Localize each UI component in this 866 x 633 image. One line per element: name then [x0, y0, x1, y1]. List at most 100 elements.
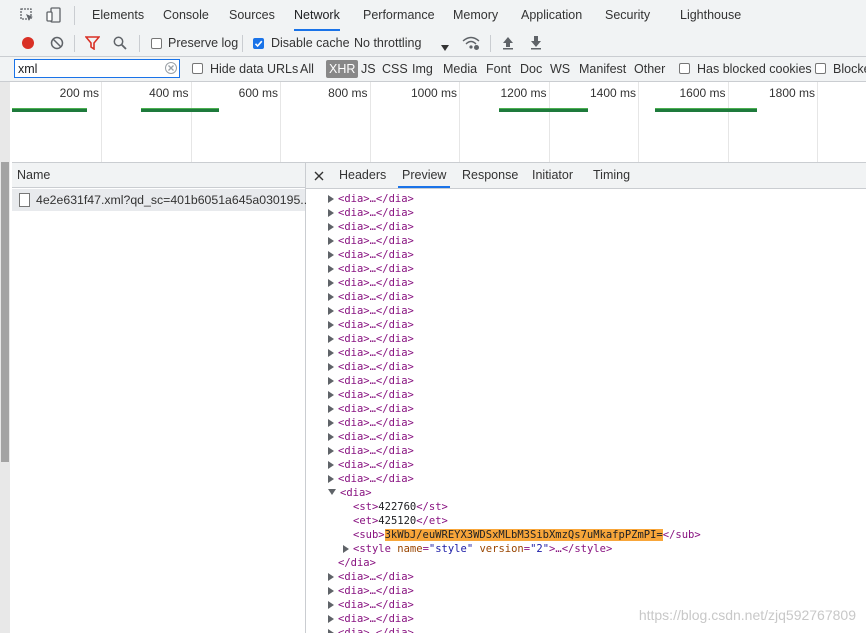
expand-triangle-icon[interactable]	[328, 335, 334, 343]
xml-node-collapsed[interactable]: <dia>…</dia>	[328, 374, 414, 388]
expand-triangle-icon[interactable]	[328, 447, 334, 455]
type-filter-js[interactable]: JS	[361, 57, 376, 81]
xml-node-collapsed[interactable]: <dia>…</dia>	[328, 234, 414, 248]
xml-node-collapsed[interactable]: <dia>…</dia>	[328, 416, 414, 430]
name-column-header[interactable]: Name	[12, 163, 305, 188]
xml-node-collapsed[interactable]: <dia>…</dia>	[328, 598, 414, 612]
expand-triangle-icon[interactable]	[328, 307, 334, 315]
expand-triangle-icon[interactable]	[328, 629, 334, 633]
expand-triangle-icon[interactable]	[328, 405, 334, 413]
expand-triangle-icon[interactable]	[328, 209, 334, 217]
type-filter-ws[interactable]: WS	[550, 57, 570, 81]
xml-node-collapsed[interactable]: <dia>…</dia>	[328, 290, 414, 304]
scrollbar-thumb[interactable]	[1, 162, 9, 462]
expand-triangle-icon[interactable]	[328, 363, 334, 371]
has-blocked-cookies-checkbox[interactable]	[679, 63, 690, 74]
xml-node-collapsed[interactable]: <dia>…</dia>	[328, 262, 414, 276]
expand-triangle-icon[interactable]	[328, 251, 334, 259]
xml-node-collapsed[interactable]: <dia>…</dia>	[328, 332, 414, 346]
xml-node-collapsed[interactable]: <dia>…</dia>	[328, 402, 414, 416]
xml-node-collapsed[interactable]: <dia>…</dia>	[328, 276, 414, 290]
detail-tab-timing[interactable]: Timing	[593, 163, 630, 188]
filter-icon[interactable]	[84, 36, 101, 51]
import-har-icon[interactable]	[502, 36, 514, 50]
expand-triangle-icon[interactable]	[328, 237, 334, 245]
expand-triangle-icon[interactable]	[328, 573, 334, 581]
record-icon[interactable]	[21, 36, 35, 50]
expand-triangle-icon[interactable]	[328, 377, 334, 385]
xml-node-collapsed[interactable]: <dia>…</dia>	[328, 584, 414, 598]
type-filter-img[interactable]: Img	[412, 57, 433, 81]
xml-node-collapsed[interactable]: <dia>…</dia>	[328, 570, 414, 584]
xml-node-collapsed[interactable]: <dia>…</dia>	[328, 220, 414, 234]
detail-tab-initiator[interactable]: Initiator	[532, 163, 573, 188]
detail-tab-response[interactable]: Response	[462, 163, 518, 188]
close-icon[interactable]	[314, 170, 324, 181]
expand-triangle-icon[interactable]	[328, 293, 334, 301]
expand-triangle-icon[interactable]	[328, 279, 334, 287]
type-filter-other[interactable]: Other	[634, 57, 665, 81]
hide-data-urls-checkbox[interactable]	[192, 63, 203, 74]
xml-node-collapsed[interactable]: <dia>…</dia>	[328, 206, 414, 220]
type-filter-font[interactable]: Font	[486, 57, 511, 81]
type-filter-manifest[interactable]: Manifest	[579, 57, 626, 81]
tab-application[interactable]: Application	[521, 0, 582, 31]
xml-node-collapsed[interactable]: <dia>…</dia>	[328, 248, 414, 262]
clear-filter-icon[interactable]	[165, 62, 177, 74]
tab-sources[interactable]: Sources	[229, 0, 275, 31]
expand-triangle-icon[interactable]	[328, 601, 334, 609]
xml-node-collapsed[interactable]: <dia>…</dia>	[328, 444, 414, 458]
disable-cache-checkbox[interactable]	[253, 38, 264, 49]
tab-console[interactable]: Console	[163, 0, 209, 31]
tab-performance[interactable]: Performance	[363, 0, 435, 31]
throttling-select[interactable]: No throttling	[354, 31, 421, 56]
expand-triangle-icon[interactable]	[328, 391, 334, 399]
search-icon[interactable]	[113, 36, 127, 50]
xml-node-collapsed[interactable]: <dia>…</dia>	[328, 626, 414, 633]
expand-triangle-icon[interactable]	[328, 433, 334, 441]
network-conditions-icon[interactable]	[462, 35, 480, 51]
tab-memory[interactable]: Memory	[453, 0, 498, 31]
xml-node-collapsed[interactable]: <dia>…</dia>	[328, 388, 414, 402]
export-har-icon[interactable]	[530, 36, 542, 50]
filter-input[interactable]	[14, 59, 180, 78]
expand-triangle-icon[interactable]	[328, 321, 334, 329]
expand-triangle-icon[interactable]	[328, 223, 334, 231]
detail-tab-preview[interactable]: Preview	[398, 163, 451, 188]
xml-node-expanded[interactable]: <dia>	[328, 486, 372, 500]
collapse-triangle-icon[interactable]	[328, 489, 336, 495]
expand-triangle-icon[interactable]	[343, 545, 349, 553]
type-filter-doc[interactable]: Doc	[520, 57, 542, 81]
tab-security[interactable]: Security	[605, 0, 650, 31]
type-filter-all[interactable]: All	[300, 57, 314, 81]
xml-preview[interactable]: <dia>…</dia> <dia>…</dia> <dia>…</dia> <dia…	[306, 190, 866, 633]
xml-node-collapsed[interactable]: <dia>…</dia>	[328, 304, 414, 318]
expand-triangle-icon[interactable]	[328, 419, 334, 427]
tab-network[interactable]: Network	[294, 0, 340, 31]
xml-node-collapsed[interactable]: <dia>…</dia>	[328, 192, 414, 206]
inspect-element-icon[interactable]	[20, 8, 34, 22]
detail-tab-headers[interactable]: Headers	[339, 163, 386, 188]
xml-node-collapsed[interactable]: <dia>…</dia>	[328, 430, 414, 444]
chevron-down-icon[interactable]	[441, 40, 449, 51]
expand-triangle-icon[interactable]	[328, 195, 334, 203]
table-row[interactable]: 4e2e631f47.xml?qd_sc=401b6051a645a030195…	[12, 189, 311, 211]
xml-node-collapsed[interactable]: <dia>…</dia>	[328, 458, 414, 472]
blocked-requests-checkbox[interactable]	[815, 63, 826, 74]
xml-node-collapsed[interactable]: <dia>…</dia>	[328, 472, 414, 486]
type-filter-xhr[interactable]: XHR	[326, 60, 359, 78]
expand-triangle-icon[interactable]	[328, 349, 334, 357]
xml-node-collapsed[interactable]: <dia>…</dia>	[328, 360, 414, 374]
expand-triangle-icon[interactable]	[328, 587, 334, 595]
clear-icon[interactable]	[50, 36, 64, 50]
device-toolbar-icon[interactable]	[46, 7, 62, 23]
xml-node-collapsed[interactable]: <dia>…</dia>	[328, 318, 414, 332]
xml-node-style[interactable]: <style name="style" version="2">…</style…	[343, 542, 612, 556]
preserve-log-checkbox[interactable]	[151, 38, 162, 49]
expand-triangle-icon[interactable]	[328, 461, 334, 469]
expand-triangle-icon[interactable]	[328, 475, 334, 483]
tab-elements[interactable]: Elements	[92, 0, 144, 31]
expand-triangle-icon[interactable]	[328, 265, 334, 273]
timeline-overview[interactable]: 200 ms 400 ms 600 ms 800 ms 1000 ms 1200 ms 14…	[12, 82, 866, 163]
tab-lighthouse[interactable]: Lighthouse	[680, 0, 741, 31]
